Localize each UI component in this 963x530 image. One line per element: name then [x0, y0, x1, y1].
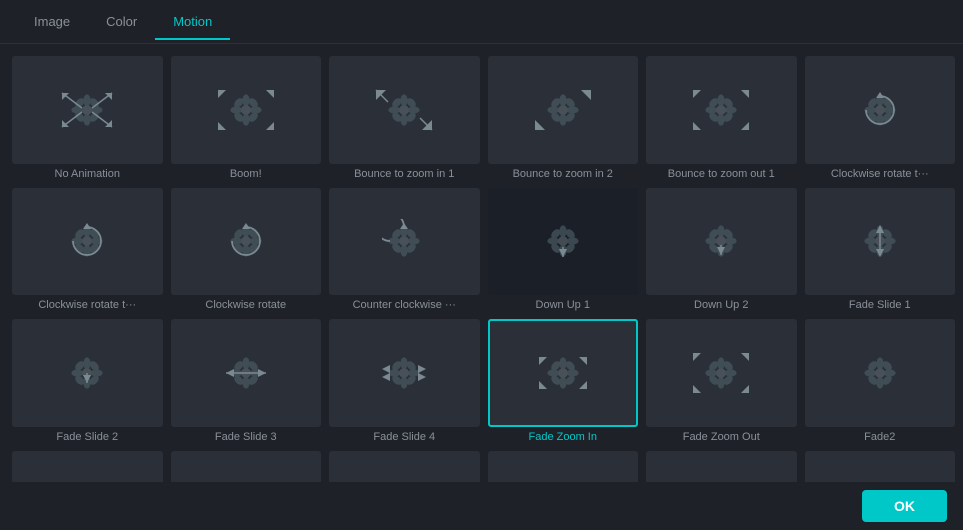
animation-item[interactable]: Fade2: [805, 319, 956, 443]
animation-item[interactable]: Flip Down1: [12, 451, 163, 483]
motion-arrows-icon: [14, 321, 161, 425]
animation-item[interactable]: Clockwise rotate t···: [12, 188, 163, 312]
motion-arrows-icon: [648, 190, 795, 294]
animation-thumbnail[interactable]: [329, 319, 480, 427]
animation-label: Bounce to zoom in 2: [513, 168, 613, 180]
animation-thumbnail[interactable]: [12, 319, 163, 427]
animation-thumbnail[interactable]: [646, 188, 797, 296]
animation-label: Fade Zoom Out: [683, 431, 760, 443]
animation-item[interactable]: Fade Slide 2: [12, 319, 163, 443]
animation-label: Down Up 1: [536, 299, 590, 311]
animation-thumbnail[interactable]: [329, 56, 480, 164]
animation-item[interactable]: Clockwise rotate: [171, 188, 322, 312]
animation-label: Down Up 2: [694, 299, 748, 311]
animation-thumbnail[interactable]: [805, 56, 956, 164]
animation-label: Counter clockwise ···: [353, 299, 456, 311]
animation-thumbnail[interactable]: [171, 451, 322, 483]
tab-image[interactable]: Image: [16, 4, 88, 39]
animation-thumbnail[interactable]: [329, 188, 480, 296]
animation-label: Clockwise rotate t···: [38, 299, 136, 311]
footer: OK: [0, 482, 963, 530]
animation-item[interactable]: Flip Up1: [329, 451, 480, 483]
animation-label: Fade Slide 4: [373, 431, 435, 443]
motion-arrows-icon: [490, 321, 637, 425]
motion-arrows-icon: [173, 321, 320, 425]
animation-thumbnail[interactable]: [646, 451, 797, 483]
motion-arrows-icon: [490, 453, 637, 483]
animation-thumbnail[interactable]: [12, 451, 163, 483]
animation-thumbnail[interactable]: [171, 319, 322, 427]
animation-item[interactable]: Bounce to zoom out 1: [646, 56, 797, 180]
animation-item[interactable]: Flip Down2: [171, 451, 322, 483]
animation-label: Fade Zoom In: [529, 431, 597, 443]
motion-arrows-icon: [331, 190, 478, 294]
motion-arrows-icon: [490, 190, 637, 294]
tab-color[interactable]: Color: [88, 4, 155, 39]
motion-arrows-icon: [173, 58, 320, 162]
motion-arrows-icon: [807, 453, 954, 483]
animation-thumbnail[interactable]: [171, 56, 322, 164]
animation-label: Clockwise rotate: [205, 299, 286, 311]
motion-arrows-icon: [14, 190, 161, 294]
motion-arrows-icon: [331, 58, 478, 162]
animation-label: Bounce to zoom in 1: [354, 168, 454, 180]
animation-item[interactable]: No Animation: [12, 56, 163, 180]
animation-thumbnail[interactable]: [12, 188, 163, 296]
animation-item[interactable]: Down Up 1: [488, 188, 639, 312]
animation-grid: No Animation Boom! Bounce to zoom in 1 B…: [12, 56, 955, 482]
animation-thumbnail[interactable]: [805, 188, 956, 296]
animation-item[interactable]: Bounce to zoom in 1: [329, 56, 480, 180]
motion-arrows-icon: [331, 453, 478, 483]
animation-item[interactable]: Down Up 2: [646, 188, 797, 312]
animation-label: Clockwise rotate t···: [831, 168, 929, 180]
tab-motion[interactable]: Motion: [155, 4, 230, 39]
motion-arrows-icon: [331, 321, 478, 425]
animation-item[interactable]: Fade Zoom In: [488, 319, 639, 443]
animation-item[interactable]: Fly to zoom in: [646, 451, 797, 483]
main-content: No Animation Boom! Bounce to zoom in 1 B…: [0, 44, 963, 482]
motion-arrows-icon: [173, 190, 320, 294]
animation-thumbnail[interactable]: [171, 188, 322, 296]
animation-label: Fade2: [864, 431, 895, 443]
animation-thumbnail[interactable]: [488, 56, 639, 164]
animation-thumbnail[interactable]: [12, 56, 163, 164]
animation-thumbnail[interactable]: [488, 188, 639, 296]
motion-arrows-icon: [173, 453, 320, 483]
tab-bar: Image Color Motion: [0, 0, 963, 44]
motion-arrows-icon: [648, 321, 795, 425]
animation-label: No Animation: [55, 168, 120, 180]
animation-item[interactable]: Clockwise rotate t···: [805, 56, 956, 180]
animation-item[interactable]: Fade Slide 1: [805, 188, 956, 312]
animation-label: Fade Slide 1: [849, 299, 911, 311]
motion-arrows-icon: [14, 58, 161, 162]
motion-arrows-icon: [648, 58, 795, 162]
animation-item[interactable]: Bounce to zoom in 2: [488, 56, 639, 180]
animation-label: Boom!: [230, 168, 262, 180]
animation-item[interactable]: Fade Slide 3: [171, 319, 322, 443]
animation-thumbnail[interactable]: [488, 451, 639, 483]
animation-grid-area[interactable]: No Animation Boom! Bounce to zoom in 1 B…: [0, 44, 963, 482]
ok-button[interactable]: OK: [862, 490, 947, 522]
animation-thumbnail[interactable]: [646, 319, 797, 427]
animation-item[interactable]: Counter clockwise ···: [329, 188, 480, 312]
animation-thumbnail[interactable]: [805, 319, 956, 427]
motion-arrows-icon: [807, 321, 954, 425]
animation-item[interactable]: Grow Shrink: [805, 451, 956, 483]
motion-arrows-icon: [648, 453, 795, 483]
animation-item[interactable]: Fade Slide 4: [329, 319, 480, 443]
animation-thumbnail[interactable]: [805, 451, 956, 483]
motion-arrows-icon: [490, 58, 637, 162]
animation-label: Fade Slide 2: [56, 431, 118, 443]
animation-item[interactable]: Boom!: [171, 56, 322, 180]
animation-thumbnail[interactable]: [488, 319, 639, 427]
animation-thumbnail[interactable]: [646, 56, 797, 164]
animation-label: Fade Slide 3: [215, 431, 277, 443]
motion-arrows-icon: [14, 453, 161, 483]
animation-item[interactable]: Flip Up2: [488, 451, 639, 483]
animation-label: Bounce to zoom out 1: [668, 168, 775, 180]
animation-item[interactable]: Fade Zoom Out: [646, 319, 797, 443]
motion-arrows-icon: [807, 190, 954, 294]
motion-arrows-icon: [807, 58, 954, 162]
animation-thumbnail[interactable]: [329, 451, 480, 483]
